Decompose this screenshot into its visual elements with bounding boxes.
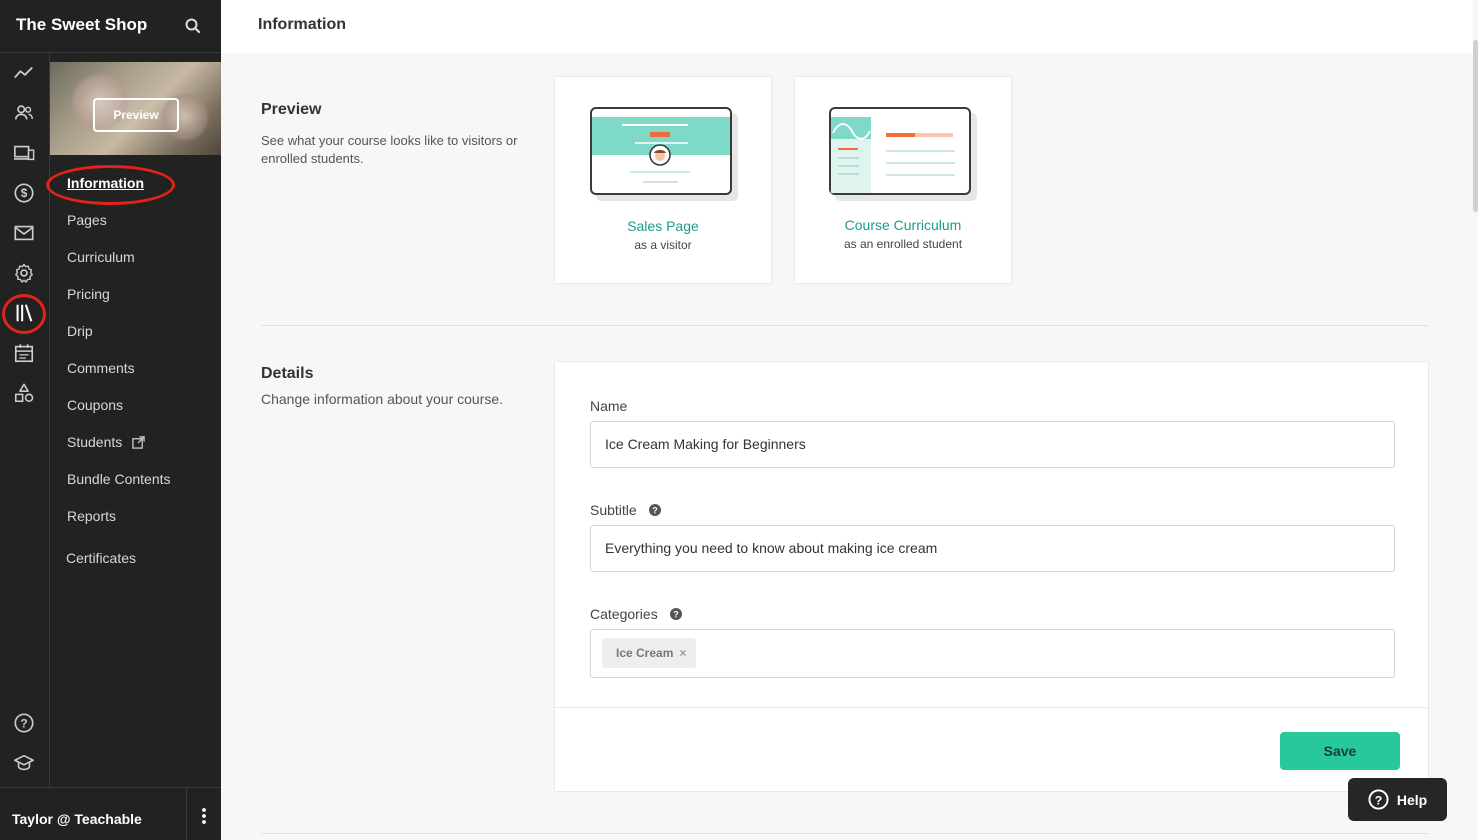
sales-page-title[interactable]: Sales Page xyxy=(555,218,771,234)
course-curriculum-title[interactable]: Course Curriculum xyxy=(795,217,1011,233)
devices-icon[interactable] xyxy=(12,141,36,165)
user-divider xyxy=(186,788,187,840)
categories-label: Categories xyxy=(590,606,658,622)
external-link-icon xyxy=(132,436,145,452)
page-header: Information xyxy=(221,0,1473,53)
subtitle-input[interactable]: Everything you need to know about making… xyxy=(590,525,1395,572)
preview-section-description: See what your course looks like to visit… xyxy=(261,133,518,166)
mail-icon[interactable] xyxy=(12,221,36,245)
sales-page-illustration xyxy=(590,107,738,201)
name-input[interactable]: Ice Cream Making for Beginners xyxy=(590,421,1395,468)
nav-pricing[interactable]: Pricing xyxy=(67,286,110,302)
tag-remove-icon[interactable]: × xyxy=(679,646,686,660)
page-title: Information xyxy=(258,16,346,33)
subtitle-label-row: Subtitle ? xyxy=(590,502,661,518)
shapes-icon[interactable] xyxy=(12,381,36,405)
user-name[interactable]: Taylor @ Teachable xyxy=(12,811,142,827)
categories-help-icon[interactable]: ? xyxy=(669,607,682,620)
section-divider xyxy=(261,325,1429,326)
icon-rail: $ ? xyxy=(0,53,50,787)
nav-students[interactable]: Students xyxy=(67,434,145,452)
category-tag-label: Ice Cream xyxy=(616,646,674,660)
dollar-icon[interactable]: $ xyxy=(12,181,36,205)
brand-header: The Sweet Shop xyxy=(0,0,221,53)
nav-pages[interactable]: Pages xyxy=(67,212,107,228)
svg-text:?: ? xyxy=(673,609,679,619)
help-button[interactable]: ? Help xyxy=(1348,778,1447,821)
bottom-divider xyxy=(261,833,1429,834)
details-section-description: Change information about your course. xyxy=(261,391,504,407)
nav-drip[interactable]: Drip xyxy=(67,323,93,339)
svg-text:?: ? xyxy=(20,717,27,731)
help-label: Help xyxy=(1396,791,1428,808)
scrollbar[interactable] xyxy=(1473,40,1478,212)
nav-comments[interactable]: Comments xyxy=(67,360,135,376)
preview-button[interactable]: Preview xyxy=(93,98,179,132)
gear-icon[interactable] xyxy=(12,261,36,285)
sales-page-subtitle: as a visitor xyxy=(634,238,692,252)
nav-bundle-contents[interactable]: Bundle Contents xyxy=(67,471,171,487)
svg-text:?: ? xyxy=(652,505,658,515)
user-footer: Taylor @ Teachable xyxy=(0,787,221,840)
course-curriculum-card[interactable]: Course Curriculum as an enrolled student xyxy=(794,76,1012,284)
save-button[interactable]: Save xyxy=(1280,732,1400,770)
name-label: Name xyxy=(590,398,628,414)
svg-text:$: $ xyxy=(21,186,28,200)
nav-students-label: Students xyxy=(67,434,123,450)
kebab-menu-icon[interactable] xyxy=(196,806,212,826)
course-nav: Preview Information Pages Curriculum Pri… xyxy=(50,53,221,787)
graduation-cap-icon[interactable] xyxy=(12,751,36,775)
subtitle-label: Subtitle xyxy=(590,502,637,518)
nav-curriculum[interactable]: Curriculum xyxy=(67,249,135,265)
nav-reports[interactable]: Reports xyxy=(67,508,116,524)
nav-information[interactable]: Information xyxy=(67,175,144,191)
preview-section-title: Preview xyxy=(261,101,322,118)
help-icon: ? xyxy=(1368,789,1389,810)
users-icon[interactable] xyxy=(12,101,36,125)
calendar-icon[interactable] xyxy=(12,341,36,365)
details-section-title: Details xyxy=(261,365,314,382)
school-name[interactable]: The Sweet Shop xyxy=(16,15,147,35)
categories-label-row: Categories ? xyxy=(590,606,682,622)
sales-page-card[interactable]: Sales Page as a visitor xyxy=(554,76,772,284)
nav-coupons[interactable]: Coupons xyxy=(67,397,123,413)
card-divider xyxy=(555,707,1428,708)
search-icon[interactable] xyxy=(184,17,202,35)
categories-input[interactable]: Ice Cream × xyxy=(590,629,1395,678)
analytics-icon[interactable] xyxy=(12,61,36,85)
help-circle-icon[interactable]: ? xyxy=(12,711,36,735)
course-thumbnail: Preview xyxy=(50,62,221,155)
library-icon[interactable] xyxy=(12,301,36,325)
svg-text:?: ? xyxy=(1375,793,1383,807)
course-curriculum-subtitle: as an enrolled student xyxy=(843,237,963,251)
curriculum-illustration xyxy=(829,107,977,201)
category-tag: Ice Cream × xyxy=(602,638,697,668)
nav-certificates[interactable]: Certificates xyxy=(66,550,136,566)
details-card: Name Ice Cream Making for Beginners Subt… xyxy=(554,361,1429,792)
subtitle-help-icon[interactable]: ? xyxy=(648,503,661,516)
